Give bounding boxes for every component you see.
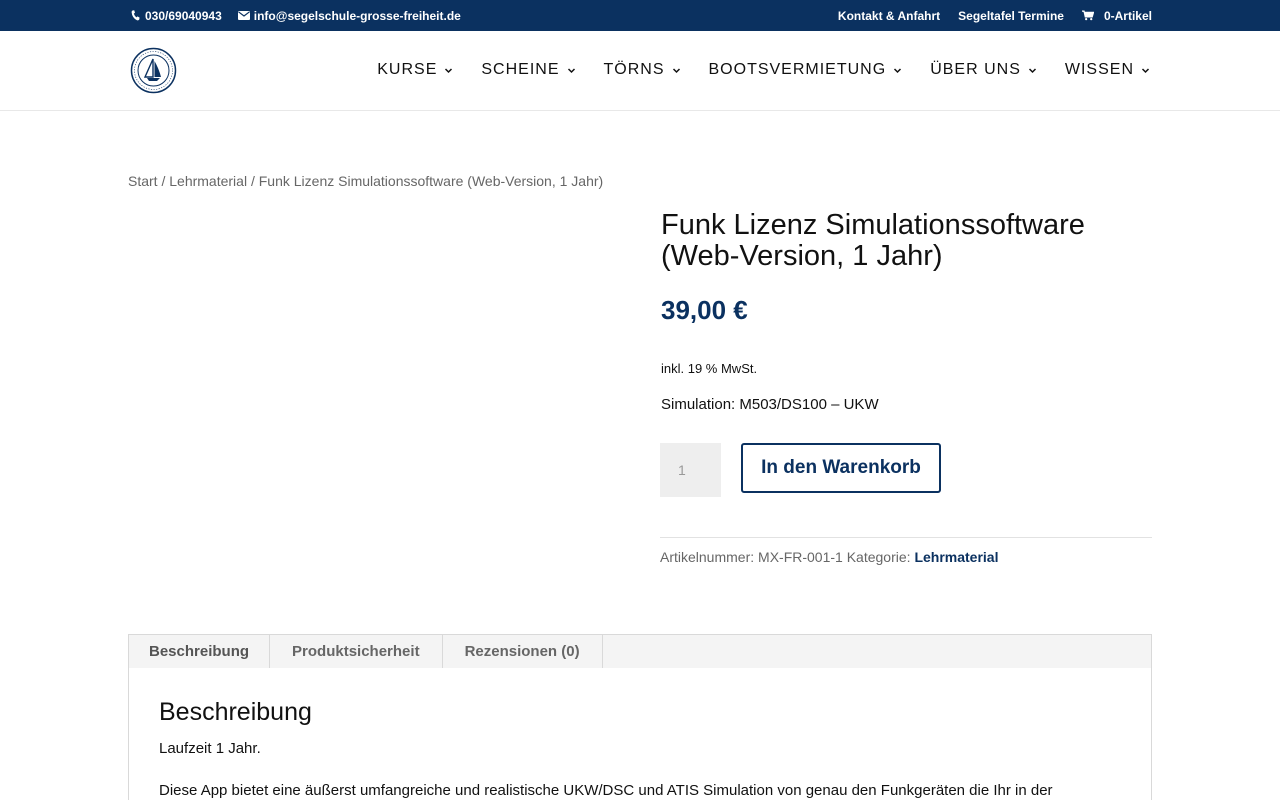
email-address: info@segelschule-grosse-freiheit.de: [253, 8, 461, 23]
chevron-down-icon: [567, 67, 575, 73]
cart-count: 0-Artikel: [1103, 8, 1152, 23]
cart-link[interactable]: 0-Artikel: [1081, 8, 1152, 23]
sku-value: MX-FR-001-1: [758, 549, 843, 565]
nav-item-ueber-uns[interactable]: ÜBER UNS: [930, 61, 1037, 79]
description-heading: Beschreibung: [159, 698, 312, 726]
phone-number: 030/69040943: [145, 8, 222, 23]
nav-item-scheine[interactable]: SCHEINE: [481, 61, 575, 79]
top-links: Kontakt & Anfahrt Segeltafel Termine 0-A…: [838, 0, 1152, 31]
tax-note: inkl. 19 % MwSt.: [661, 361, 758, 376]
chevron-down-icon: [894, 67, 902, 73]
top-bar: 030/69040943 info@segelschule-grosse-fre…: [0, 0, 1280, 31]
tab-panel-description: Beschreibung Laufzeit 1 Jahr. Diese App …: [128, 668, 1152, 800]
category-label: Kategorie:: [846, 549, 911, 565]
breadcrumb: Start / Lehrmaterial / Funk Lizenz Simul…: [128, 173, 603, 189]
phone-icon: [129, 10, 141, 22]
nav-item-toerns[interactable]: TÖRNS: [604, 61, 681, 79]
site-logo[interactable]: [130, 47, 177, 94]
nav-label: KURSE: [377, 61, 438, 78]
breadcrumb-separator: /: [157, 173, 170, 189]
nav-label: ÜBER UNS: [930, 61, 1021, 78]
tab-rezensionen[interactable]: Rezensionen (0): [443, 635, 603, 668]
site-header: KURSE SCHEINE TÖRNS BOOTSVERMIETUNG ÜBER…: [0, 31, 1280, 111]
chevron-down-icon: [672, 67, 680, 73]
product-title: Funk Lizenz Simulationssoftware (Web-Ver…: [661, 209, 1085, 272]
chevron-down-icon: [1028, 67, 1036, 73]
nav-label: SCHEINE: [481, 61, 560, 78]
email-link[interactable]: info@segelschule-grosse-freiheit.de: [237, 8, 461, 23]
chevron-down-icon: [1141, 67, 1150, 73]
breadcrumb-category-link[interactable]: Lehrmaterial: [169, 173, 247, 189]
description-text: Diese App bietet eine äußerst umfangreic…: [159, 782, 1053, 799]
main-nav: KURSE SCHEINE TÖRNS BOOTSVERMIETUNG ÜBER…: [377, 31, 1150, 109]
breadcrumb-current: Funk Lizenz Simulationssoftware (Web-Ver…: [258, 173, 604, 189]
quantity-input[interactable]: [660, 443, 721, 497]
description-runtime: Laufzeit 1 Jahr.: [159, 740, 261, 757]
nav-label: BOOTSVERMIETUNG: [708, 61, 887, 78]
cart-icon: [1081, 10, 1094, 22]
nav-item-bootsvermietung[interactable]: BOOTSVERMIETUNG: [709, 61, 903, 79]
category-link[interactable]: Lehrmaterial: [914, 549, 998, 565]
product-meta: Artikelnummer: MX-FR-001-1 Kategorie: Le…: [660, 549, 998, 565]
nav-label: TÖRNS: [603, 61, 665, 78]
nav-label: WISSEN: [1064, 61, 1134, 78]
chevron-down-icon: [445, 67, 453, 73]
sailing-dates-link[interactable]: Segeltafel Termine: [958, 9, 1064, 23]
product-price: 39,00 €: [661, 295, 748, 325]
divider: [660, 537, 1152, 538]
contact-info: 030/69040943 info@segelschule-grosse-fre…: [129, 0, 461, 31]
nav-item-wissen[interactable]: WISSEN: [1065, 61, 1150, 79]
nav-item-kurse[interactable]: KURSE: [377, 61, 453, 79]
logo-emblem-icon: [130, 47, 177, 94]
breadcrumb-home-link[interactable]: Start: [128, 173, 158, 189]
contact-directions-link[interactable]: Kontakt & Anfahrt: [838, 9, 940, 23]
phone-link[interactable]: 030/69040943: [129, 9, 222, 23]
product-tabs: Beschreibung Produktsicherheit Rezension…: [128, 634, 1152, 669]
sku-label: Artikelnummer:: [660, 549, 755, 565]
breadcrumb-separator: /: [247, 173, 259, 189]
tab-beschreibung[interactable]: Beschreibung: [129, 635, 271, 668]
tab-produktsicherheit[interactable]: Produktsicherheit: [270, 635, 443, 668]
envelope-icon: [237, 10, 250, 22]
product-variant: Simulation: M503/DS100 – UKW: [661, 396, 879, 413]
add-to-cart-button[interactable]: In den Warenkorb: [741, 443, 941, 493]
